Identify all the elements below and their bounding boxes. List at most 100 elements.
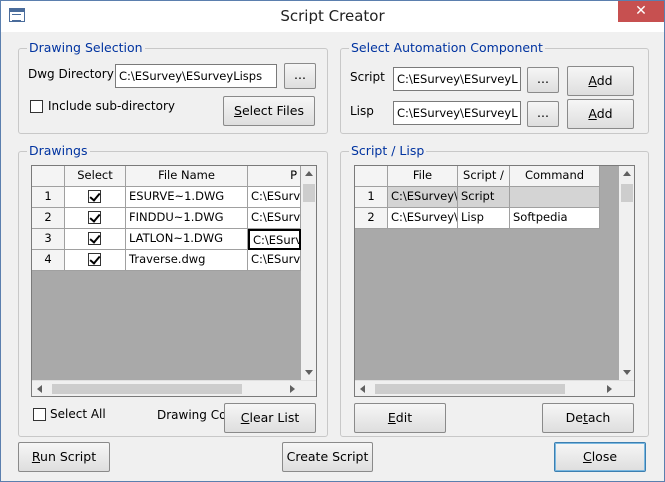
script-lisp-grid[interactable]: File Script / Command 1 C:\ESurvey\ Scri…	[354, 165, 635, 397]
drawings-row-number[interactable]: 2	[32, 208, 65, 229]
script-lisp-row-type[interactable]: Script	[458, 187, 510, 208]
drawings-header-select[interactable]: Select	[65, 166, 126, 187]
title-bar: Script Creator ✕	[1, 1, 664, 32]
script-lisp-corner-header	[355, 166, 388, 187]
edit-button[interactable]: Edit	[354, 403, 446, 433]
run-script-accesskey: R	[31, 449, 41, 464]
drawings-horizontal-scrollbar[interactable]	[32, 380, 316, 396]
scroll-thumb[interactable]	[303, 184, 315, 202]
scroll-thumb[interactable]	[621, 184, 633, 202]
window-close-button[interactable]: ✕	[618, 1, 664, 22]
drawing-selection-group: Drawing Selection Dwg Directory C:\ESurv…	[18, 40, 328, 134]
drawings-header-path[interactable]: P	[248, 166, 301, 187]
script-browse-button[interactable]: ...	[527, 67, 559, 93]
script-lisp-row-number[interactable]: 2	[355, 208, 388, 229]
edit-label: dit	[395, 410, 413, 425]
dwg-directory-input[interactable]: C:\ESurvey\ESurveyLisps	[115, 64, 277, 88]
select-files-button[interactable]: Select Files	[223, 96, 315, 126]
lisp-browse-button[interactable]: ...	[527, 101, 559, 127]
scroll-right-icon[interactable]	[290, 385, 295, 393]
lisp-path-input[interactable]: C:\ESurvey\ESurveyL	[393, 101, 521, 125]
include-subdir-checkbox[interactable]	[30, 100, 43, 113]
drawings-row-path-selected[interactable]: C:\ESurv	[248, 229, 301, 250]
drawings-row-number[interactable]: 3	[32, 229, 65, 250]
drawings-row-number[interactable]: 4	[32, 250, 65, 271]
scroll-thumb[interactable]	[375, 384, 565, 394]
close-button[interactable]: Close	[554, 442, 646, 472]
run-script-label: un Script	[40, 449, 97, 464]
lisp-add-label: dd	[596, 106, 613, 121]
dwg-directory-browse-button[interactable]: ...	[284, 63, 316, 89]
script-lisp-vertical-scrollbar[interactable]	[619, 166, 634, 380]
dwg-directory-label: Dwg Directory	[28, 67, 114, 81]
clear-list-label: lear List	[249, 410, 300, 425]
scroll-up-icon[interactable]	[623, 171, 631, 176]
drawings-corner-header	[32, 166, 65, 187]
drawings-row-select-cell[interactable]	[65, 187, 126, 208]
drawings-row-select-cell[interactable]	[65, 208, 126, 229]
drawings-row-select-cell[interactable]	[65, 250, 126, 271]
run-script-button[interactable]: Run Script	[18, 442, 110, 472]
script-lisp-row-command[interactable]: Softpedia	[510, 208, 600, 229]
script-add-button[interactable]: Add	[567, 66, 634, 96]
drawings-row-filename[interactable]: Traverse.dwg	[126, 250, 248, 271]
scroll-left-icon[interactable]	[37, 385, 42, 393]
drawing-count-label: Drawing Co	[157, 408, 225, 422]
drawings-row-checkbox[interactable]	[88, 190, 101, 203]
select-all-checkbox[interactable]	[33, 408, 46, 421]
scroll-left-icon[interactable]	[360, 385, 365, 393]
script-lisp-row-number[interactable]: 1	[355, 187, 388, 208]
drawings-row-path[interactable]: C:\ESurv	[248, 250, 301, 271]
include-subdir-label: Include sub-directory	[48, 99, 175, 113]
drawings-row-checkbox[interactable]	[88, 232, 101, 245]
lisp-label: Lisp	[350, 104, 374, 118]
scroll-up-icon[interactable]	[305, 171, 313, 176]
script-lisp-row-file[interactable]: C:\ESurvey\	[388, 208, 458, 229]
select-files-accesskey: S	[234, 103, 242, 118]
lisp-add-accesskey: A	[588, 106, 597, 121]
scroll-down-icon[interactable]	[623, 370, 631, 375]
drawings-row-checkbox[interactable]	[88, 211, 101, 224]
script-lisp-row-file[interactable]: C:\ESurvey\	[388, 187, 458, 208]
script-add-accesskey: A	[588, 73, 597, 88]
script-creator-window: Script Creator ✕ Drawing Selection Dwg D…	[0, 0, 665, 482]
script-lisp-header-command[interactable]: Command	[510, 166, 600, 187]
drawings-row-path[interactable]: C:\ESurv	[248, 187, 301, 208]
close-label: lose	[591, 449, 618, 464]
lisp-add-button[interactable]: Add	[567, 99, 634, 129]
drawings-grid[interactable]: Select File Name P 1 ESURVE~1.DWG C:\ESu…	[31, 165, 317, 397]
window-title: Script Creator	[280, 7, 385, 25]
script-lisp-horizontal-scrollbar[interactable]	[355, 380, 634, 396]
drawings-row-filename[interactable]: ESURVE~1.DWG	[126, 187, 248, 208]
script-lisp-title: Script / Lisp	[349, 143, 427, 158]
detach-label-start: De	[565, 410, 583, 425]
script-lisp-header-type[interactable]: Script /	[458, 166, 510, 187]
drawings-row-filename[interactable]: FINDDU~1.DWG	[126, 208, 248, 229]
detach-label-end: ach	[587, 410, 611, 425]
drawings-row-select-cell[interactable]	[65, 229, 126, 250]
script-lisp-header-file[interactable]: File	[388, 166, 458, 187]
create-script-button[interactable]: Create Script	[282, 442, 373, 472]
script-lisp-row-command[interactable]	[510, 187, 600, 208]
drawings-vertical-scrollbar[interactable]	[301, 166, 316, 380]
drawings-row-checkbox[interactable]	[88, 253, 101, 266]
scroll-down-icon[interactable]	[305, 370, 313, 375]
drawings-row-filename[interactable]: LATLON~1.DWG	[126, 229, 248, 250]
drawings-header-filename[interactable]: File Name	[126, 166, 248, 187]
clear-list-button[interactable]: Clear List	[224, 403, 316, 433]
drawings-group: Drawings Select File Name P 1 ESURVE~1.D…	[18, 143, 328, 437]
scroll-right-icon[interactable]	[607, 385, 612, 393]
script-path-input[interactable]: C:\ESurvey\ESurveyL	[393, 67, 521, 91]
script-lisp-row-type[interactable]: Lisp	[458, 208, 510, 229]
scroll-thumb[interactable]	[52, 384, 242, 394]
script-label: Script	[350, 70, 385, 84]
close-accesskey: C	[582, 449, 592, 464]
detach-button[interactable]: Detach	[542, 403, 634, 433]
automation-component-group: Select Automation Component Script C:\ES…	[340, 40, 649, 134]
select-files-label: elect Files	[241, 103, 304, 118]
edit-accesskey: E	[387, 410, 396, 425]
script-add-label: dd	[596, 73, 613, 88]
drawings-row-number[interactable]: 1	[32, 187, 65, 208]
drawings-row-path[interactable]: C:\ESurv	[248, 208, 301, 229]
automation-component-title: Select Automation Component	[349, 40, 545, 55]
